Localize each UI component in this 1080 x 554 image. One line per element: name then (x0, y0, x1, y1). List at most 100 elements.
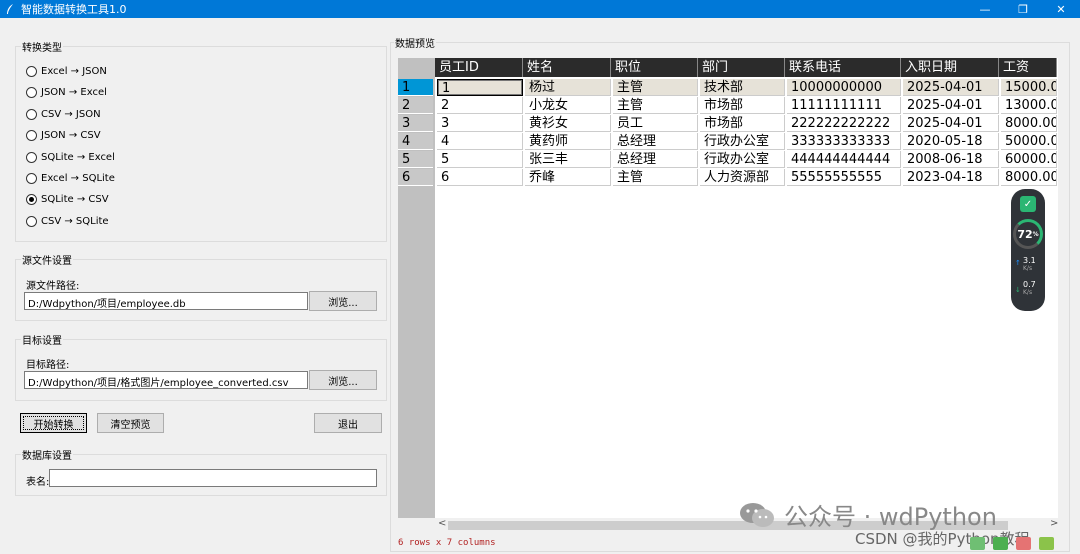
column-header[interactable]: 联系电话 (785, 58, 901, 77)
table-cell[interactable]: 2020-05-18 (903, 133, 999, 150)
network-monitor-widget[interactable]: ✓ 72% ↑ 3.1 K/s ↓ 0.7 K/s (1011, 189, 1045, 311)
row-header[interactable]: 3 (398, 115, 433, 132)
table-cell[interactable]: 8000.00 (1001, 115, 1057, 132)
radio-circle[interactable] (26, 151, 37, 163)
table-corner (398, 58, 435, 77)
radio-label: CSV → JSON (41, 108, 101, 120)
table-cell[interactable]: 乔峰 (525, 169, 611, 186)
table-cell[interactable]: 2 (437, 97, 523, 114)
table-cell[interactable]: 行政办公室 (700, 151, 785, 168)
table-cell[interactable]: 主管 (613, 169, 698, 186)
usage-ring: 72% (1013, 219, 1043, 249)
radio-option[interactable]: JSON → CSV (26, 130, 101, 142)
column-header[interactable]: 入职日期 (901, 58, 999, 77)
radio-circle[interactable] (26, 87, 37, 99)
table-cell[interactable]: 2008-06-18 (903, 151, 999, 168)
table-cell[interactable]: 4 (437, 133, 523, 150)
minimize-button[interactable]: — (966, 0, 1004, 18)
radio-circle[interactable] (26, 173, 37, 184)
radio-option[interactable]: SQLite → Excel (26, 151, 115, 163)
table-cell[interactable]: 小龙女 (525, 97, 611, 114)
radio-circle[interactable] (26, 66, 37, 77)
radio-circle[interactable] (26, 108, 37, 120)
row-header[interactable]: 4 (398, 133, 433, 150)
exit-button[interactable]: 退出 (314, 413, 382, 433)
tray-icon-green[interactable] (970, 537, 985, 550)
row-header[interactable]: 5 (398, 151, 433, 168)
table-cell[interactable]: 333333333333 (787, 133, 901, 150)
target-path-input[interactable]: D:/Wdpython/项目/格式图片/employee_converted.c… (24, 371, 308, 389)
table-cell[interactable]: 1 (437, 79, 523, 96)
table-cell[interactable]: 55555555555 (787, 169, 901, 186)
clear-preview-button[interactable]: 清空预览 (97, 413, 164, 433)
table-cell[interactable]: 11111111111 (787, 97, 901, 114)
target-browse-button[interactable]: 浏览... (309, 370, 377, 390)
table-cell[interactable]: 8000.00 (1001, 169, 1057, 186)
start-convert-button[interactable]: 开始转换 (20, 413, 87, 433)
tray-icon-brush[interactable] (1039, 537, 1054, 550)
column-header[interactable]: 姓名 (523, 58, 611, 77)
table-cell[interactable]: 3 (437, 115, 523, 132)
table-cell[interactable]: 222222222222 (787, 115, 901, 132)
radio-option[interactable]: Excel → JSON (26, 66, 107, 77)
table-cell[interactable]: 60000.00 (1001, 151, 1057, 168)
table-cell[interactable]: 市场部 (700, 115, 785, 132)
radio-label: Excel → SQLite (41, 173, 115, 184)
radio-option[interactable]: Excel → SQLite (26, 173, 115, 184)
table-cell[interactable]: 总经理 (613, 133, 698, 150)
column-header[interactable]: 职位 (611, 58, 698, 77)
table-cell[interactable]: 杨过 (525, 79, 611, 96)
table-cell[interactable]: 10000000000 (787, 79, 901, 96)
download-value: 0.7 (1023, 280, 1036, 289)
radio-option[interactable]: CSV → JSON (26, 108, 101, 120)
table-cell[interactable]: 13000.00 (1001, 97, 1057, 114)
table-cell[interactable]: 2025-04-01 (903, 97, 999, 114)
table-cell[interactable]: 黄药师 (525, 133, 611, 150)
table-cell[interactable]: 张三丰 (525, 151, 611, 168)
table-cell[interactable]: 行政办公室 (700, 133, 785, 150)
upload-unit: K/s (1023, 265, 1033, 272)
radio-option[interactable]: CSV → SQLite (26, 215, 109, 227)
table-cell[interactable]: 黄衫女 (525, 115, 611, 132)
source-browse-button[interactable]: 浏览... (309, 291, 377, 311)
table-cell[interactable]: 技术部 (700, 79, 785, 96)
usage-percent-unit: % (1032, 230, 1039, 238)
usage-percent: 72 (1017, 227, 1033, 241)
radio-option[interactable]: SQLite → CSV (26, 194, 109, 206)
preview-table[interactable]: 员工ID 姓名 职位 部门 联系电话 入职日期 工资 1 1 杨过 主管 技术部 10000000000… (398, 58, 1058, 518)
table-cell[interactable]: 总经理 (613, 151, 698, 168)
table-cell[interactable]: 2025-04-01 (903, 115, 999, 132)
table-cell[interactable]: 5 (437, 151, 523, 168)
table-cell[interactable]: 市场部 (700, 97, 785, 114)
scroll-right-arrow[interactable]: > (1050, 518, 1058, 529)
table-cell[interactable]: 6 (437, 169, 523, 186)
close-button[interactable]: ✕ (1042, 0, 1080, 18)
table-cell[interactable]: 主管 (613, 97, 698, 114)
table-cell[interactable]: 人力资源部 (700, 169, 785, 186)
column-header[interactable]: 员工ID (435, 58, 523, 77)
table-cell[interactable]: 444444444444 (787, 151, 901, 168)
row-header[interactable]: 2 (398, 97, 433, 114)
table-cell[interactable]: 2023-04-18 (903, 169, 999, 186)
column-header[interactable]: 部门 (698, 58, 785, 77)
database-group-title: 数据库设置 (21, 447, 73, 462)
radio-circle[interactable] (26, 130, 37, 142)
column-header[interactable]: 工资 (999, 58, 1057, 77)
table-name-input[interactable] (49, 469, 377, 487)
radio-circle[interactable] (26, 215, 37, 227)
table-cell[interactable]: 50000.00 (1001, 133, 1057, 150)
upload-arrow-icon: ↑ (1015, 259, 1021, 267)
table-cell[interactable]: 员工 (613, 115, 698, 132)
table-cell[interactable]: 15000.00 (1001, 79, 1057, 96)
tray-icon-save[interactable] (993, 537, 1008, 550)
maximize-button[interactable]: ❐ (1004, 0, 1042, 18)
table-cell[interactable]: 主管 (613, 79, 698, 96)
scroll-left-arrow[interactable]: < (438, 518, 446, 529)
radio-circle[interactable] (26, 194, 37, 206)
radio-option[interactable]: JSON → Excel (26, 87, 107, 99)
row-header[interactable]: 6 (398, 169, 433, 186)
table-cell[interactable]: 2025-04-01 (903, 79, 999, 96)
row-header[interactable]: 1 (398, 79, 433, 96)
source-path-input[interactable]: D:/Wdpython/项目/employee.db (24, 292, 308, 310)
tray-icon-red[interactable] (1016, 537, 1031, 550)
